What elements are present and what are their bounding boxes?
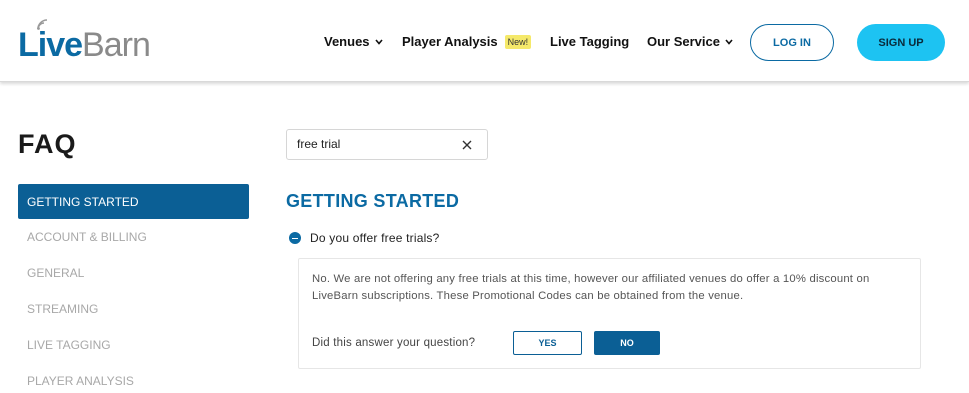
faq-category-menu: GETTING STARTED ACCOUNT & BILLING GENERA…: [18, 184, 249, 393]
close-icon[interactable]: [460, 138, 474, 152]
nav-venues[interactable]: Venues: [324, 34, 383, 49]
nav-live-tagging[interactable]: Live Tagging: [550, 34, 629, 49]
faq-search-box: [286, 129, 488, 160]
nav-venues-label: Venues: [324, 34, 370, 49]
new-badge: New!: [504, 34, 532, 49]
feedback-label: Did this answer your question?: [312, 337, 476, 349]
faq-answer: No. We are not offering any free trials …: [298, 258, 921, 369]
category-streaming[interactable]: STREAMING: [18, 291, 249, 327]
signup-button[interactable]: SIGN UP: [857, 24, 945, 61]
category-general[interactable]: GENERAL: [18, 255, 249, 291]
faq-question[interactable]: Do you offer free trials?: [289, 231, 440, 245]
no-button[interactable]: NO: [594, 331, 660, 355]
category-player-analysis[interactable]: PLAYER ANALYSIS: [18, 363, 249, 393]
logo-text-barn: Barn: [82, 26, 151, 64]
chevron-down-icon: [374, 38, 383, 45]
login-button[interactable]: LOG IN: [750, 24, 834, 61]
nav-our-service-label: Our Service: [647, 34, 720, 49]
nav-player-analysis[interactable]: Player Analysis New!: [402, 34, 532, 49]
page-title: FAQ: [18, 129, 77, 159]
collapse-icon[interactable]: [289, 232, 301, 244]
chevron-down-icon: [725, 38, 733, 45]
site-header: LiveBarn Venues Player Analysis New! Liv…: [0, 0, 969, 82]
yes-button[interactable]: YES: [513, 331, 582, 355]
answer-text: No. We are not offering any free trials …: [312, 273, 870, 302]
question-text: Do you offer free trials?: [310, 231, 440, 245]
search-input[interactable]: [297, 137, 447, 151]
nav-live-tagging-label: Live Tagging: [550, 34, 630, 49]
category-account-billing[interactable]: ACCOUNT & BILLING: [18, 219, 249, 255]
category-getting-started[interactable]: GETTING STARTED: [18, 184, 249, 219]
nav-player-analysis-label: Player Analysis: [402, 34, 498, 49]
nav-our-service[interactable]: Our Service: [647, 34, 733, 49]
logo-text-live: Live: [18, 26, 83, 64]
section-title: GETTING STARTED: [286, 191, 460, 211]
category-live-tagging[interactable]: LIVE TAGGING: [18, 327, 249, 363]
